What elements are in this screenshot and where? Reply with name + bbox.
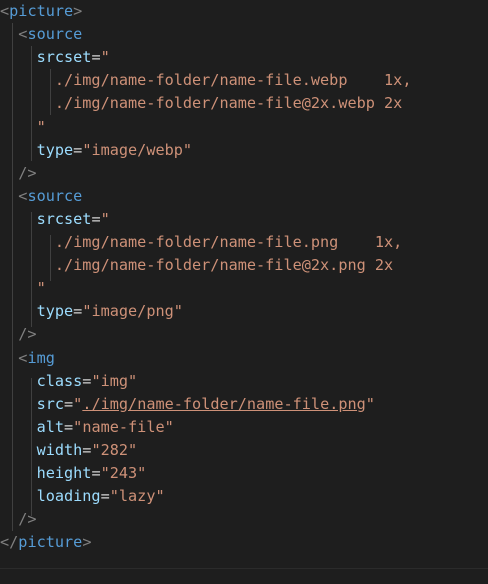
- code-token: >: [82, 533, 92, 552]
- code-line-9[interactable]: <source: [0, 185, 82, 208]
- code-token: type: [0, 140, 74, 159]
- code-token: picture: [9, 2, 74, 20]
- code-token: type: [0, 302, 74, 321]
- code-line-21[interactable]: height="243": [0, 462, 147, 485]
- code-line-17[interactable]: class="img": [0, 370, 138, 393]
- code-line-6[interactable]: ": [0, 116, 46, 139]
- code-token: height: [0, 464, 92, 482]
- code-token: />: [0, 163, 37, 182]
- code-token: ./img/name-folder/name-file@2x.webp 2x: [0, 94, 403, 113]
- code-token: "image/webp": [82, 140, 193, 159]
- code-line-22[interactable]: loading="lazy": [0, 485, 165, 508]
- code-token: =: [100, 487, 110, 506]
- code-token: alt: [0, 417, 65, 436]
- code-token: =: [73, 140, 83, 159]
- code-token: ": [100, 209, 110, 228]
- code-line-20[interactable]: width="282": [0, 439, 138, 462]
- code-line-18[interactable]: src="./img/name-folder/name-file.png": [0, 393, 375, 416]
- code-token: ./img/name-folder/name-file.png 1x,: [0, 233, 403, 251]
- code-token: "282": [91, 440, 138, 459]
- code-token: <: [0, 2, 10, 20]
- code-token: source: [27, 25, 83, 44]
- code-token: =: [64, 417, 74, 436]
- code-token: srcset: [0, 209, 92, 228]
- code-token: />: [0, 325, 37, 344]
- code-line-2[interactable]: <source: [0, 23, 82, 46]
- code-line-23[interactable]: />: [0, 508, 37, 531]
- code-token: ./img/name-folder/name-file@2x.png 2x: [0, 256, 394, 275]
- code-line-19[interactable]: alt="name-file": [0, 416, 174, 439]
- code-token: <: [0, 186, 28, 205]
- code-token: =: [91, 209, 101, 228]
- code-token: ": [0, 117, 46, 136]
- code-token: src: [0, 394, 65, 413]
- src-path-link[interactable]: ./img/name-folder/name-file.png: [82, 395, 365, 413]
- code-token: <: [0, 25, 28, 44]
- code-token: ": [73, 394, 83, 413]
- code-line-13[interactable]: ": [0, 277, 46, 300]
- code-token: ": [0, 279, 46, 298]
- code-line-1[interactable]: <picture>: [0, 0, 82, 23]
- code-token: loading: [0, 487, 101, 506]
- code-token: />: [0, 510, 37, 529]
- code-line-7[interactable]: type="image/webp": [0, 139, 192, 162]
- code-line-4[interactable]: ./img/name-folder/name-file.webp 1x,: [0, 69, 412, 92]
- code-token: </: [0, 533, 19, 552]
- code-token: source: [27, 186, 83, 205]
- code-line-12[interactable]: ./img/name-folder/name-file@2x.png 2x: [0, 254, 393, 277]
- code-line-15[interactable]: />: [0, 323, 37, 346]
- code-token: "img": [91, 371, 138, 390]
- code-editor[interactable]: <picture> <source srcset=" ./img/name-fo…: [0, 0, 488, 584]
- code-token: =: [73, 302, 83, 321]
- code-token: =: [91, 464, 101, 482]
- code-token: =: [64, 394, 74, 413]
- code-line-11[interactable]: ./img/name-folder/name-file.png 1x,: [0, 231, 402, 254]
- code-line-24[interactable]: </picture>: [0, 531, 91, 554]
- code-token: srcset: [0, 48, 92, 67]
- code-token: "image/png": [82, 302, 183, 321]
- code-token: img: [27, 348, 55, 367]
- code-line-14[interactable]: type="image/png": [0, 300, 183, 323]
- code-token: <: [0, 348, 28, 367]
- code-token: class: [0, 371, 83, 390]
- code-line-10[interactable]: srcset=": [0, 208, 110, 231]
- code-token: >: [73, 2, 83, 20]
- code-token: =: [91, 48, 101, 67]
- code-token: picture: [18, 533, 83, 552]
- code-line-8[interactable]: />: [0, 162, 37, 185]
- code-token: "243": [100, 464, 147, 482]
- editor-bottom-divider: [0, 568, 488, 569]
- code-token: "lazy": [109, 487, 165, 506]
- code-token: ": [365, 394, 375, 413]
- code-token: width: [0, 440, 83, 459]
- code-token: "name-file": [73, 417, 174, 436]
- code-line-16[interactable]: <img: [0, 347, 55, 370]
- code-line-3[interactable]: srcset=": [0, 46, 110, 69]
- code-token: ./img/name-folder/name-file.webp 1x,: [0, 71, 412, 90]
- code-line-5[interactable]: ./img/name-folder/name-file@2x.webp 2x: [0, 92, 402, 115]
- code-token: ": [100, 48, 110, 67]
